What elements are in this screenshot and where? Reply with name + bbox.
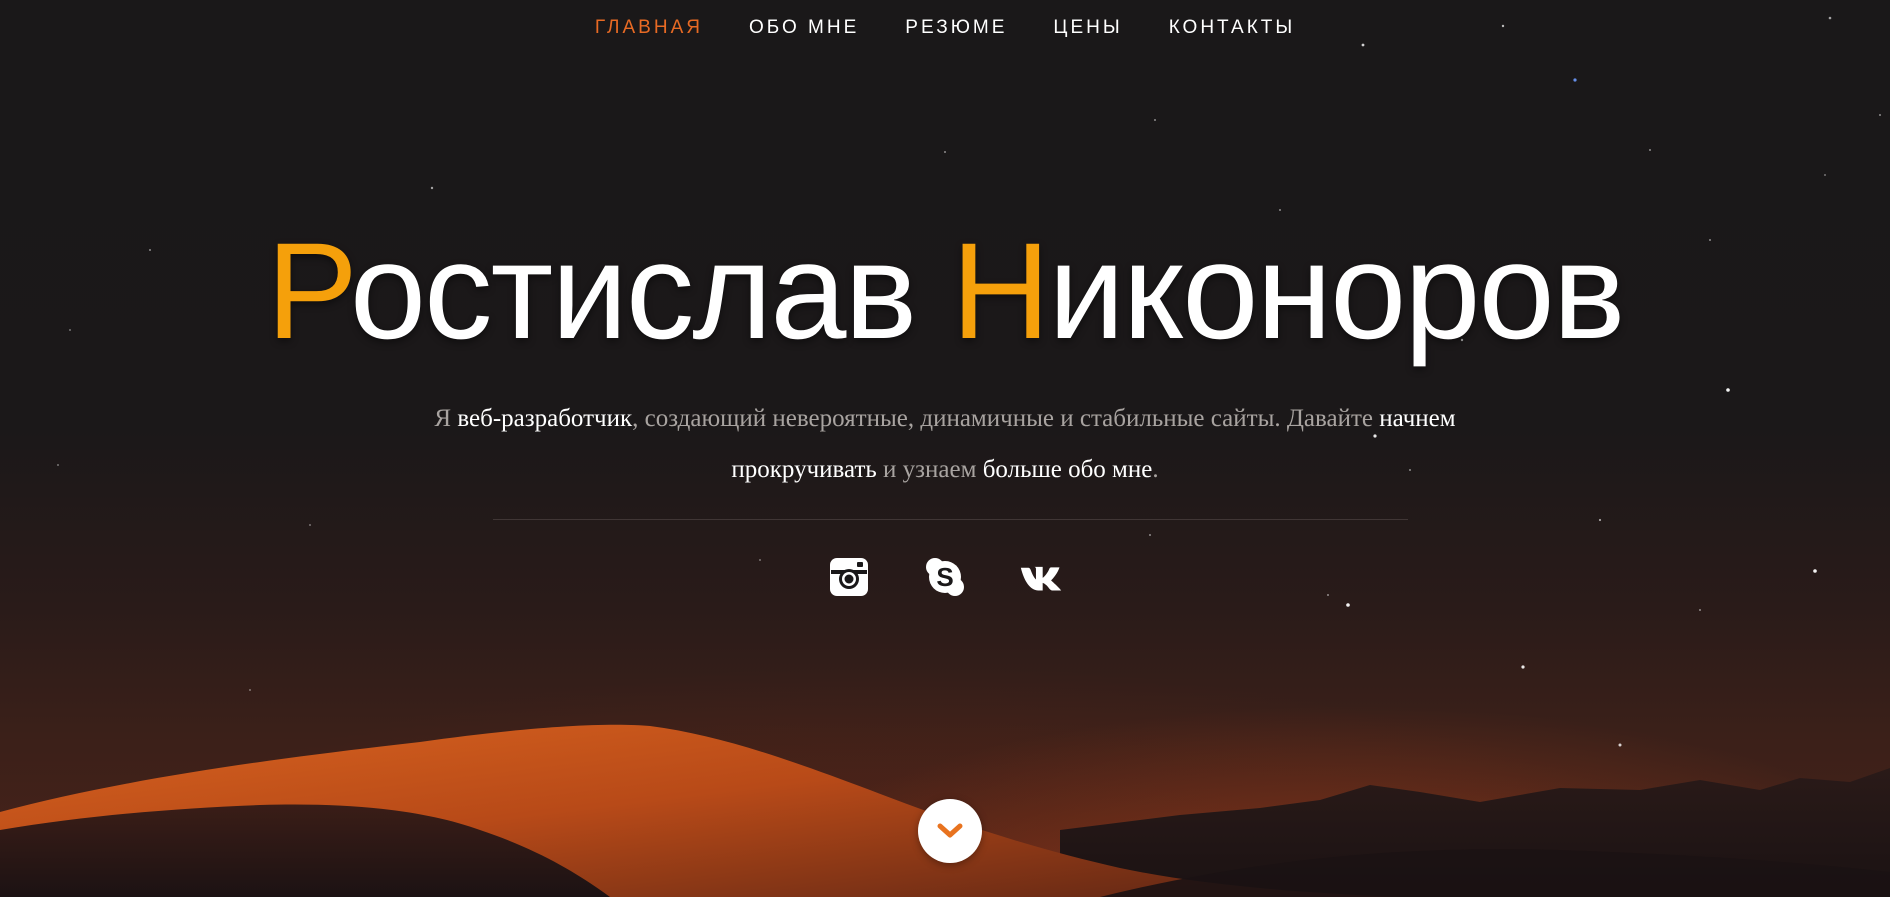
nav-item-prices[interactable]: ЦЕНЫ bbox=[1030, 16, 1145, 40]
first-name-initial: Р bbox=[266, 215, 352, 368]
subtitle-part: , создающий невероятные, динамичные и ст… bbox=[632, 405, 1380, 432]
vk-link[interactable] bbox=[1020, 556, 1062, 598]
last-name-rest: иконоров bbox=[1048, 215, 1625, 368]
subtitle-part: Я bbox=[434, 405, 458, 432]
hero-subtitle: Я веб-разработчик, создающий невероятные… bbox=[395, 393, 1495, 495]
page-title: Ростислав Никоноров bbox=[0, 212, 1890, 372]
nav-item-contacts[interactable]: КОНТАКТЫ bbox=[1146, 16, 1319, 40]
instagram-icon bbox=[830, 558, 868, 596]
skype-link[interactable]: S bbox=[924, 556, 966, 598]
divider bbox=[493, 519, 1408, 520]
first-name-rest: остислав bbox=[349, 215, 917, 368]
last-name-initial: Н bbox=[951, 215, 1050, 368]
subtitle-highlight: веб-разработчик bbox=[457, 405, 633, 432]
subtitle-highlight: больше обо мне bbox=[982, 456, 1153, 483]
main-nav: ГЛАВНАЯ ОБО МНЕ РЕЗЮМЕ ЦЕНЫ КОНТАКТЫ bbox=[0, 16, 1890, 40]
skype-icon: S bbox=[926, 558, 964, 596]
vk-icon bbox=[1020, 566, 1062, 591]
svg-text:S: S bbox=[936, 562, 953, 592]
scroll-down-button[interactable] bbox=[918, 799, 982, 863]
nav-item-home[interactable]: ГЛАВНАЯ bbox=[572, 16, 726, 40]
nav-item-about[interactable]: ОБО МНЕ bbox=[726, 16, 882, 40]
chevron-down-icon bbox=[937, 823, 963, 838]
subtitle-part: . bbox=[1152, 456, 1159, 483]
nav-item-resume[interactable]: РЕЗЮМЕ bbox=[882, 16, 1030, 40]
subtitle-part: и узнаем bbox=[876, 456, 983, 483]
hero-section: ГЛАВНАЯ ОБО МНЕ РЕЗЮМЕ ЦЕНЫ КОНТАКТЫ Рос… bbox=[0, 0, 1890, 897]
social-links: S bbox=[0, 556, 1890, 598]
instagram-link[interactable] bbox=[828, 556, 870, 598]
